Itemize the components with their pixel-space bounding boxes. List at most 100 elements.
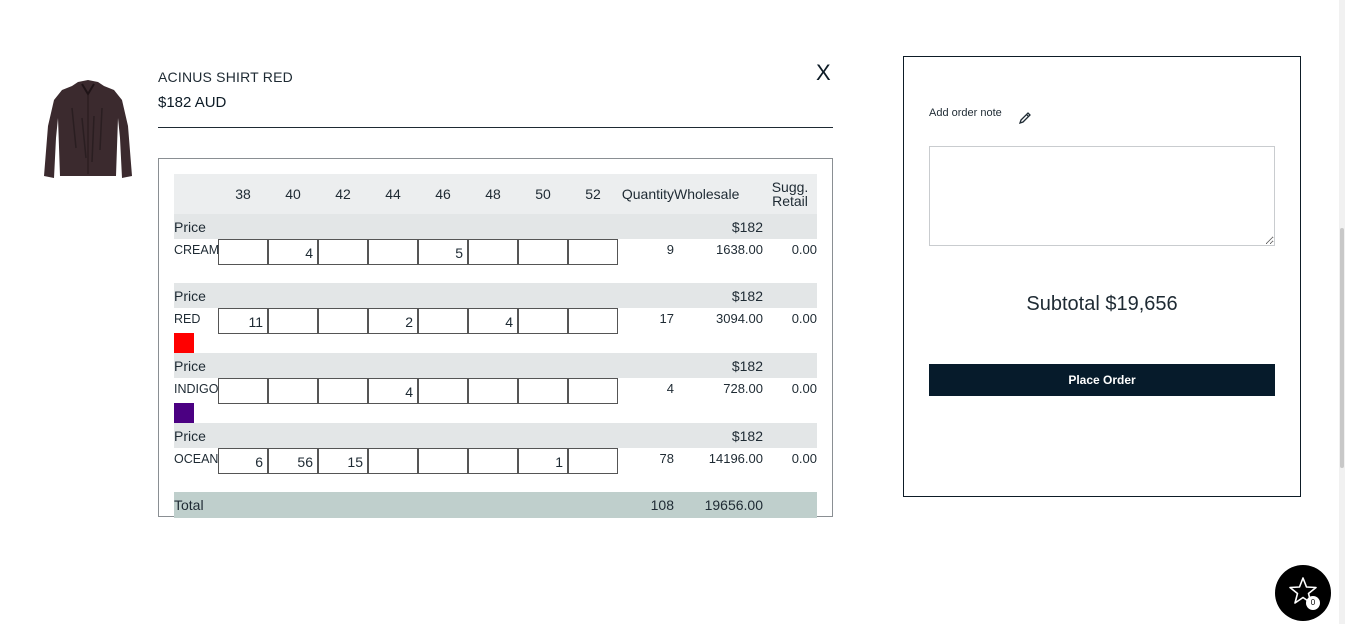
size-header: 42 xyxy=(318,174,368,214)
subtotal: Subtotal $19,656 xyxy=(1026,293,1178,315)
quantity-input[interactable] xyxy=(268,378,318,404)
place-order-button[interactable]: Place Order xyxy=(929,364,1275,396)
quantity-input[interactable] xyxy=(368,448,418,474)
quantity-input[interactable] xyxy=(318,239,368,265)
color-row: RED 17 3094.00 0.00 xyxy=(174,308,817,353)
row-wholesale: 728.00 xyxy=(723,381,763,396)
price-label: Price xyxy=(174,423,218,448)
size-cell xyxy=(268,308,318,353)
quantity-input[interactable] xyxy=(268,448,318,474)
size-cell xyxy=(518,308,568,353)
pencil-icon[interactable] xyxy=(1018,111,1032,125)
quantity-input[interactable] xyxy=(568,378,618,404)
size-cell xyxy=(518,378,568,423)
row-wholesale: 3094.00 xyxy=(716,311,763,326)
color-row: INDIGO 4 728.00 0.00 xyxy=(174,378,817,423)
page-scrollbar[interactable] xyxy=(1339,0,1345,624)
price-row: Price $182 xyxy=(174,423,817,448)
row-wholesale: 14196.00 xyxy=(708,451,763,466)
color-name: RED xyxy=(174,312,201,326)
size-cell xyxy=(318,378,368,423)
row-retail: 0.00 xyxy=(791,242,817,257)
order-panel: Add order note Subtotal $19,656 Place Or… xyxy=(903,56,1301,497)
quantity-input[interactable] xyxy=(218,308,268,334)
total-wholesale: 19656.00 xyxy=(674,492,763,518)
size-header: 40 xyxy=(268,174,318,214)
quantity-input[interactable] xyxy=(268,239,318,265)
color-cell: RED xyxy=(174,308,218,353)
row-retail: 0.00 xyxy=(791,381,817,396)
quantity-input[interactable] xyxy=(418,378,468,404)
quantity-input[interactable] xyxy=(418,448,468,474)
quantity-input[interactable] xyxy=(368,239,418,265)
favorites-button[interactable]: 0 xyxy=(1275,565,1331,621)
quantity-input[interactable] xyxy=(468,378,518,404)
size-cell xyxy=(218,308,268,353)
quantity-input[interactable] xyxy=(318,448,368,474)
price-label: Price xyxy=(174,353,218,378)
price-label: Price xyxy=(174,283,218,308)
quantity-input[interactable] xyxy=(268,308,318,334)
size-cell xyxy=(518,448,568,492)
quantity-input[interactable] xyxy=(468,239,518,265)
size-cell xyxy=(218,448,268,492)
quantity-input[interactable] xyxy=(418,308,468,334)
size-cell xyxy=(318,308,368,353)
quantity-input[interactable] xyxy=(218,448,268,474)
quantity-input[interactable] xyxy=(468,308,518,334)
price-row: Price $182 xyxy=(174,283,817,308)
color-cell: INDIGO xyxy=(174,378,218,423)
size-cell xyxy=(218,239,268,283)
size-cell xyxy=(368,448,418,492)
order-grid-box: 38 40 42 44 46 48 50 52 Quantity Wholesa… xyxy=(158,158,833,518)
size-cell xyxy=(268,378,318,423)
favorites-count-badge: 0 xyxy=(1306,596,1320,610)
row-wholesale: 1638.00 xyxy=(716,242,763,257)
product-name: ACINUS SHIRT RED xyxy=(158,69,293,85)
product-image xyxy=(42,78,134,184)
size-cell xyxy=(368,239,418,283)
total-quantity: 108 xyxy=(618,492,674,518)
quantity-input[interactable] xyxy=(368,378,418,404)
quantity-input[interactable] xyxy=(368,308,418,334)
quantity-input[interactable] xyxy=(568,308,618,334)
wholesale-header: Wholesale xyxy=(674,174,763,214)
size-cell xyxy=(568,239,618,283)
size-cell xyxy=(318,239,368,283)
size-cell xyxy=(568,448,618,492)
row-quantity: 9 xyxy=(666,242,674,257)
order-note-textarea[interactable] xyxy=(929,146,1275,246)
color-row: OCEAN 78 14196.00 0.00 xyxy=(174,448,817,492)
quantity-input[interactable] xyxy=(318,378,368,404)
quantity-input[interactable] xyxy=(418,239,468,265)
quantity-input[interactable] xyxy=(518,448,568,474)
quantity-input[interactable] xyxy=(518,378,568,404)
order-note-label: Add order note xyxy=(929,107,1002,119)
quantity-input[interactable] xyxy=(568,239,618,265)
close-button[interactable]: X xyxy=(816,60,831,86)
size-header: 50 xyxy=(518,174,568,214)
retail-header-line1: Sugg. xyxy=(771,179,809,195)
color-name: OCEAN xyxy=(174,452,219,466)
quantity-input[interactable] xyxy=(218,239,268,265)
retail-header-line2: Retail xyxy=(772,193,808,209)
size-cell xyxy=(468,239,518,283)
size-cell xyxy=(468,378,518,423)
quantity-input[interactable] xyxy=(468,448,518,474)
size-cell xyxy=(568,308,618,353)
quantity-input[interactable] xyxy=(318,308,368,334)
order-grid: 38 40 42 44 46 48 50 52 Quantity Wholesa… xyxy=(174,174,817,518)
color-name: CREAM xyxy=(174,243,220,257)
size-cell xyxy=(568,378,618,423)
quantity-input[interactable] xyxy=(218,378,268,404)
quantity-input[interactable] xyxy=(518,308,568,334)
quantity-input[interactable] xyxy=(518,239,568,265)
scrollbar-thumb[interactable] xyxy=(1340,228,1344,468)
header-spacer xyxy=(174,174,218,214)
size-cell xyxy=(268,448,318,492)
row-quantity: 78 xyxy=(659,451,674,466)
size-cell xyxy=(318,448,368,492)
price-row: Price $182 xyxy=(174,353,817,378)
size-cell xyxy=(218,378,268,423)
quantity-input[interactable] xyxy=(568,448,618,474)
